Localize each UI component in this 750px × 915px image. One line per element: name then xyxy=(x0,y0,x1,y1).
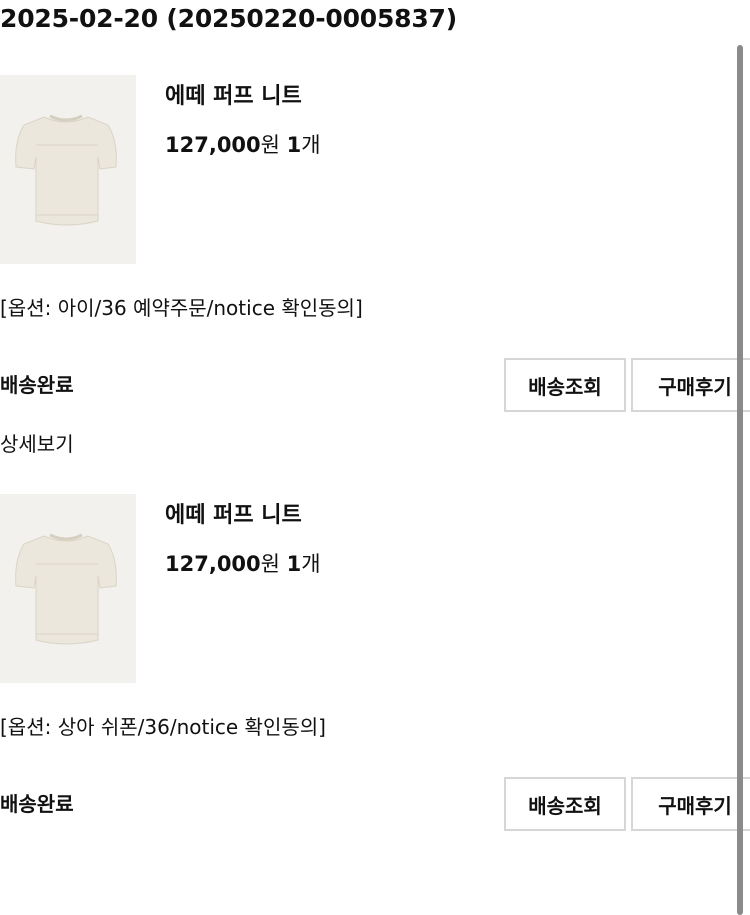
quantity-unit: 개 xyxy=(301,552,321,576)
status-badge: 배송완료 xyxy=(0,792,74,816)
price-quantity: 127,000원 1개 xyxy=(165,129,321,159)
product-name[interactable]: 에떼 퍼프 니트 xyxy=(165,78,302,110)
knit-tshirt-icon xyxy=(15,114,117,226)
quantity-value: 1 xyxy=(286,133,302,157)
price-value: 127,000 xyxy=(165,133,261,157)
status-badge: 배송완료 xyxy=(0,373,74,397)
track-delivery-button[interactable]: 배송조회 xyxy=(504,777,626,831)
write-review-button[interactable]: 구매후기 xyxy=(631,777,750,831)
order-item: 에떼 퍼프 니트 127,000원 1개 [옵션: 아이/36 예약주문/not… xyxy=(0,75,750,435)
order-item: 에떼 퍼프 니트 127,000원 1개 [옵션: 상아 쉬폰/36/notic… xyxy=(0,494,750,854)
product-image[interactable] xyxy=(0,494,136,683)
write-review-button[interactable]: 구매후기 xyxy=(631,358,750,412)
quantity-value: 1 xyxy=(286,552,302,576)
price-unit: 원 xyxy=(260,552,287,576)
product-name[interactable]: 에떼 퍼프 니트 xyxy=(165,497,302,529)
order-header: 2025-02-20 (20250220-0005837) xyxy=(0,4,457,33)
quantity-unit: 개 xyxy=(301,133,321,157)
price-quantity: 127,000원 1개 xyxy=(165,548,321,578)
price-value: 127,000 xyxy=(165,552,261,576)
option-text: [옵션: 상아 쉬폰/36/notice 확인동의] xyxy=(0,715,326,739)
track-delivery-button[interactable]: 배송조회 xyxy=(504,358,626,412)
order-details-link[interactable]: 상세보기 xyxy=(0,428,74,457)
price-unit: 원 xyxy=(260,133,287,157)
product-image[interactable] xyxy=(0,75,136,264)
vertical-scrollbar[interactable] xyxy=(737,45,743,915)
knit-tshirt-icon xyxy=(15,533,117,645)
option-text: [옵션: 아이/36 예약주문/notice 확인동의] xyxy=(0,296,363,320)
